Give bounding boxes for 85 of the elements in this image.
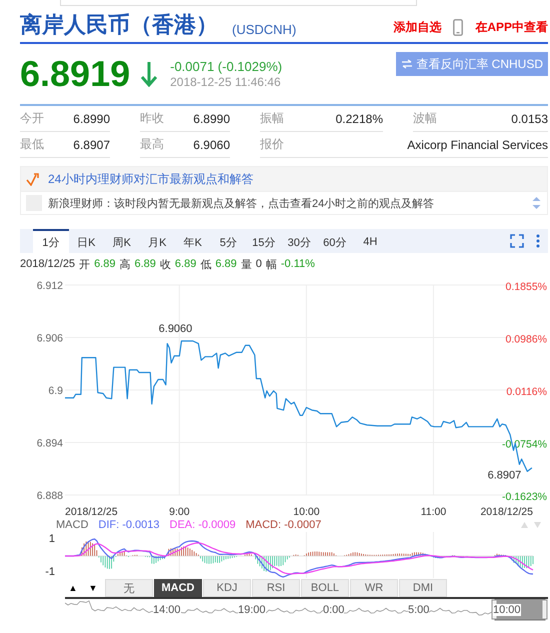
x-axis-label: 2018/12/25	[480, 506, 533, 518]
app-link[interactable]: 在APP中查看	[475, 19, 548, 36]
stat-value: 0.0153	[511, 112, 548, 126]
x-axis-label: 10:00	[293, 506, 320, 518]
period-tab[interactable]: 日K	[68, 231, 104, 253]
price-annotation: 6.8907	[488, 469, 522, 482]
stat-label: 昨收	[140, 110, 164, 127]
indicator-legend: DIF: -0.0013	[98, 518, 160, 530]
period-tab[interactable]: 15分	[246, 231, 282, 253]
y-axis-label: 6.9	[48, 385, 63, 397]
price-annotation: 6.9060	[158, 323, 192, 335]
bar-field-label: 收	[160, 258, 171, 272]
period-tab[interactable]: 年K	[175, 231, 210, 253]
price-change: -0.0071 (-0.1029%)	[170, 59, 282, 74]
period-tab[interactable]: 60分	[317, 231, 352, 253]
stat-value: 6.9060	[193, 138, 230, 152]
period-tab[interactable]: 1分	[33, 229, 68, 253]
bar-field-label: 低	[200, 258, 212, 272]
page-title: 离岸人民币（香港）	[20, 11, 218, 39]
period-tab[interactable]: 5分	[210, 231, 246, 253]
bar-field-value: 6.89	[215, 258, 237, 270]
period-tab[interactable]: 4H	[352, 231, 388, 253]
stat-value: 6.8990	[73, 112, 110, 126]
add-watchlist-link[interactable]: 添加自选	[393, 19, 442, 36]
stat-label: 波幅	[413, 110, 437, 127]
indicator-tab[interactable]: RSI	[252, 579, 300, 597]
stat-value: 6.8990	[193, 112, 230, 126]
fullscreen-icon[interactable]	[510, 234, 524, 248]
indicator-tab[interactable]: 无	[105, 579, 153, 597]
swap-icon	[401, 59, 414, 69]
bar-field-label: 高	[119, 258, 130, 272]
current-price: 6.8919	[20, 53, 130, 95]
y-axis-label: 6.888	[36, 490, 63, 502]
x-axis-label: 2018/12/25	[65, 506, 118, 518]
stat-value: 6.8907	[73, 138, 110, 152]
period-tab[interactable]: 30分	[282, 231, 317, 253]
stat-label: 今开	[20, 110, 44, 127]
bar-date: 2018/12/25	[20, 258, 76, 270]
time-label: 19:00	[238, 604, 266, 616]
bar-field-value: 6.89	[94, 258, 116, 270]
indicator-tab[interactable]: BOLL	[301, 579, 349, 597]
bar-field-value: 6.89	[174, 258, 196, 270]
stat-label: 最高	[140, 136, 164, 153]
period-tab[interactable]: 周K	[104, 231, 140, 253]
x-axis-label: 11:00	[420, 506, 446, 518]
down-arrow-icon	[140, 61, 158, 87]
bar-field-value: 0	[256, 258, 262, 270]
indicator-tab[interactable]: KDJ	[203, 579, 251, 597]
bar-field-value: 6.89	[134, 258, 156, 270]
stat-value: 0.2218%	[336, 112, 383, 126]
stat-label: 最低	[20, 136, 44, 153]
time-label: 5:00	[408, 604, 430, 616]
stat-label: 振幅	[260, 110, 284, 127]
more-icon[interactable]	[536, 234, 540, 248]
bar-field-value: -0.11%	[280, 258, 315, 270]
y-axis-label: 6.906	[36, 332, 63, 344]
stat-value: Axicorp Financial Services	[407, 138, 548, 152]
y-axis-label: 6.894	[36, 438, 63, 450]
y-axis-label: 6.912	[36, 280, 63, 292]
indicator-legend: MACD: -0.0007	[246, 518, 322, 530]
stat-label: 报价	[260, 136, 284, 153]
x-axis-label: 9:00	[169, 506, 190, 518]
y-axis-label: -1	[45, 566, 55, 578]
time-label: 14:00	[153, 604, 181, 616]
time-label: 0:00	[323, 604, 344, 616]
time-label: 10:00	[493, 604, 521, 616]
indicator-legend: DEA: -0.0009	[170, 518, 236, 530]
indicator-tab[interactable]: WR	[350, 579, 398, 597]
percent-label: -0.1623%	[502, 491, 547, 503]
period-tab[interactable]: 月K	[140, 231, 175, 253]
bar-field-label: 幅	[266, 258, 277, 272]
quote-time: 2018-12-25 11:46:46	[170, 75, 282, 89]
percent-label: 0.0986%	[506, 334, 547, 346]
indicator-tab[interactable]: DMI	[399, 579, 447, 597]
trend-icon	[26, 172, 42, 186]
bar-field-label: 量	[240, 258, 252, 272]
news-message[interactable]: 新浪理财师：该时段内暂无最新观点及解答，点击查看24小时之前的观点及解答	[48, 196, 434, 210]
percent-label: 0.0116%	[506, 386, 547, 398]
y-axis-label: 1	[48, 533, 55, 545]
percent-label: 0.1855%	[506, 281, 547, 293]
indicator-legend: MACD	[56, 518, 88, 530]
phone-icon	[453, 19, 464, 36]
symbol-code: (USDCNH)	[232, 22, 296, 37]
indicator-tab[interactable]: MACD	[154, 579, 202, 597]
bar-field-label: 开	[79, 258, 90, 272]
